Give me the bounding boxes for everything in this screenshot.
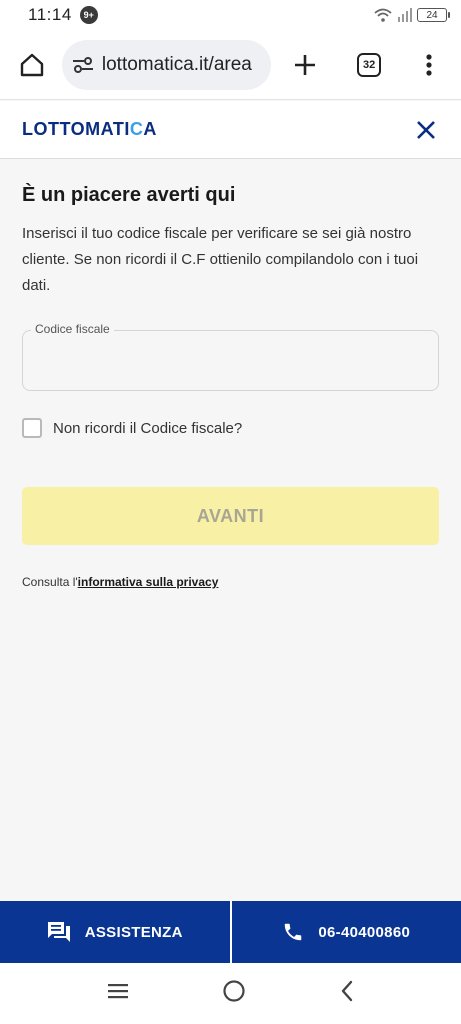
chat-icon	[47, 922, 70, 942]
avanti-button[interactable]: AVANTI	[22, 487, 439, 545]
page-title: È un piacere averti qui	[22, 184, 236, 206]
home-button[interactable]	[12, 45, 52, 85]
plus-icon	[295, 54, 316, 75]
wifi-icon	[374, 8, 392, 22]
close-icon	[417, 120, 435, 139]
browser-menu-button[interactable]	[409, 45, 449, 85]
back-nav-button[interactable]	[339, 979, 355, 1008]
contact-bar: ASSISTENZA 06-40400860	[0, 901, 461, 963]
phone-label: 06-40400860	[318, 923, 411, 941]
site-settings-icon	[72, 56, 93, 73]
intro-text: Inserisci il tuo codice fiscale per veri…	[22, 225, 419, 294]
home-icon	[20, 53, 44, 76]
signal-icon	[398, 8, 412, 22]
more-vertical-icon	[426, 53, 432, 76]
privacy-notice: Consulta l'informativa sulla privacy	[22, 575, 439, 589]
privacy-prefix: Consulta l'	[22, 575, 78, 589]
address-bar[interactable]: lottomatica.it/area	[61, 39, 272, 90]
menu-icon	[107, 984, 128, 999]
battery-icon: 24	[417, 8, 450, 22]
tab-switcher-button[interactable]: 32	[349, 45, 389, 85]
status-bar: 11:14 9+ 24	[0, 0, 461, 30]
privacy-link[interactable]: informativa sulla privacy	[78, 575, 219, 589]
forgot-fiscal-code-label[interactable]: Non ricordi il Codice fiscale?	[53, 420, 242, 437]
status-time: 11:14	[28, 5, 72, 24]
circle-home-icon	[222, 980, 245, 1002]
recent-apps-button[interactable]	[107, 982, 129, 1005]
status-icons: 24	[373, 7, 450, 23]
fiscal-code-label: Codice fiscale	[31, 322, 114, 336]
url-text: lottomatica.it/area	[101, 53, 252, 75]
system-nav-bar	[0, 963, 461, 1024]
fiscal-code-field[interactable]: Codice fiscale	[22, 322, 439, 391]
close-button[interactable]	[411, 115, 441, 145]
browser-toolbar: lottomatica.it/area 32	[0, 30, 461, 100]
assistance-button[interactable]: ASSISTENZA	[0, 901, 230, 963]
main-content: È un piacere averti qui Inserisci il tuo…	[0, 160, 461, 589]
tabs-count: 32	[357, 52, 382, 77]
notification-badge: 9+	[79, 6, 98, 24]
home-nav-button[interactable]	[222, 979, 246, 1008]
back-chevron-icon	[341, 980, 352, 1002]
phone-button[interactable]: 06-40400860	[229, 901, 461, 963]
site-header: LOTTOMATICA	[0, 101, 461, 159]
fiscal-code-input[interactable]	[23, 331, 438, 390]
lottomatica-logo[interactable]: LOTTOMATICA	[22, 119, 157, 140]
phone-icon	[285, 923, 302, 941]
forgot-fiscal-code-checkbox[interactable]	[22, 418, 42, 438]
assistance-label: ASSISTENZA	[84, 923, 183, 941]
forgot-fiscal-code-row[interactable]: Non ricordi il Codice fiscale?	[22, 418, 439, 438]
new-tab-button[interactable]	[285, 45, 325, 85]
